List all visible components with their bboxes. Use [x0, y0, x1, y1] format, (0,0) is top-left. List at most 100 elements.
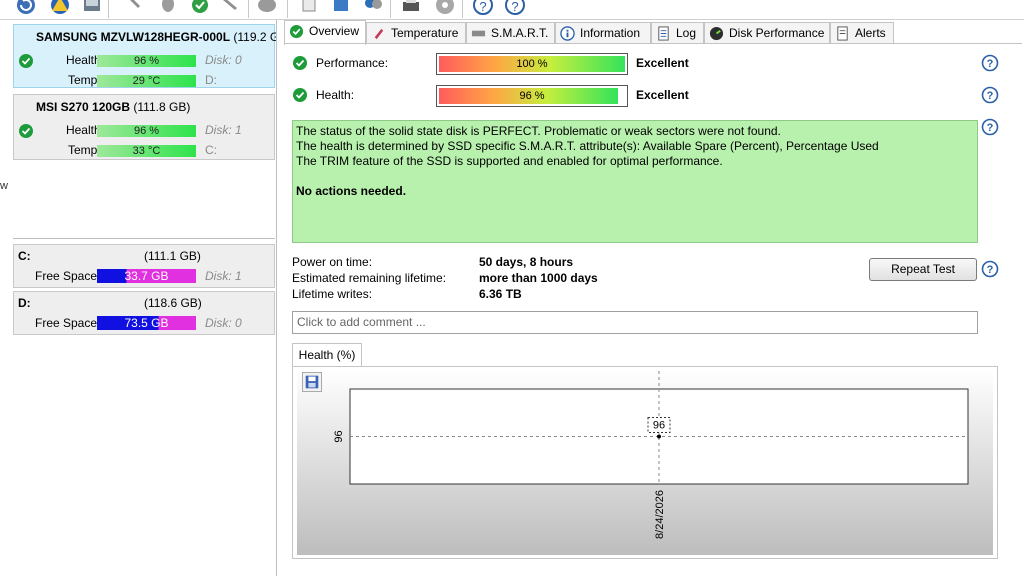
help-icon[interactable]: ? [981, 118, 999, 136]
lifetime-value: more than 1000 days [479, 271, 598, 285]
performance-label: Performance: [316, 56, 389, 70]
tab-smart[interactable]: S.M.A.R.T. [466, 22, 555, 44]
drive-icon [471, 30, 486, 37]
status-line: The TRIM feature of the SSD is supported… [296, 154, 723, 168]
alerts-icon [837, 26, 848, 41]
data-point [657, 434, 661, 439]
disk-list-panel: w SAMSUNG MZVLW128HEGR-000L (119.2 G Hea… [0, 20, 277, 576]
free-space-bar: 73.5 GB [97, 316, 196, 330]
repeat-test-button[interactable]: Repeat Test [869, 258, 977, 281]
info-icon[interactable]: ? [504, 0, 526, 16]
gauge-icon [709, 26, 724, 41]
help-icon[interactable]: ? [981, 260, 999, 278]
disk-capacity: (111.8 GB) [133, 100, 191, 114]
help-icon[interactable]: ? [472, 0, 494, 16]
disk-card-samsung[interactable]: SAMSUNG MZVLW128HEGR-000L (119.2 G Healt… [13, 24, 276, 88]
health-bar: 96 % [97, 55, 196, 67]
printer-icon[interactable] [400, 0, 422, 16]
tab-label: Overview [309, 24, 360, 38]
help-icon[interactable]: ? [981, 54, 999, 72]
free-space-bar: 33.7 GB [97, 269, 196, 283]
export-icon[interactable] [330, 0, 352, 16]
health-bar: 96 % [436, 85, 628, 107]
svg-text:?: ? [479, 0, 486, 14]
tab-temperature[interactable]: Temperature [366, 22, 466, 44]
y-tick-label: 96 [333, 430, 345, 442]
health-bar: 96 % [97, 125, 196, 137]
lifetime-label: Estimated remaining lifetime: [292, 271, 447, 285]
disk-model: MSI S270 120GB [36, 100, 131, 114]
temp-bar: 33 °C [97, 145, 196, 157]
x-tick-label: 8/24/2026 [654, 490, 666, 539]
health-value: 96 % [519, 90, 545, 102]
tab-information[interactable]: Information [555, 22, 651, 44]
comment-input[interactable]: Click to add comment ... [292, 311, 978, 334]
tab-label: Alerts [855, 26, 886, 40]
status-message-box: The status of the solid state disk is PE… [292, 120, 978, 243]
health-label: Health: [316, 88, 355, 102]
partition-letter: C: [18, 249, 31, 263]
detail-panel: Overview Temperature S.M.A.R.T. Informat… [280, 20, 1024, 576]
partition-card-d[interactable]: D: (118.6 GB) Free Space 73.5 GB Disk: 0 [13, 291, 275, 335]
drive-letter: C: [205, 143, 217, 157]
partition-disk: Disk: 1 [205, 269, 242, 283]
free-space-label: Free Space [35, 316, 98, 330]
temp-bar: 29 °C [97, 75, 196, 87]
tools-icon[interactable] [124, 0, 146, 16]
tools-icon-2[interactable] [220, 0, 242, 16]
tab-disk-performance[interactable]: Disk Performance [704, 22, 830, 44]
power-on-label: Power on time: [292, 255, 373, 269]
writes-label: Lifetime writes: [292, 287, 373, 301]
power-on-value: 50 days, 8 hours [479, 255, 574, 269]
thermometer-icon [374, 28, 384, 40]
partition-disk: Disk: 0 [205, 316, 242, 330]
svg-text:?: ? [987, 58, 994, 70]
health-row: Health: 96 % Excellent [292, 85, 1012, 107]
data-label: 96 [653, 420, 665, 432]
disk-capacity: (119.2 G [233, 30, 276, 44]
document-icon[interactable] [298, 0, 320, 16]
info-icon [560, 26, 575, 41]
svg-text:?: ? [987, 90, 994, 102]
warning-icon[interactable] [49, 0, 71, 16]
disk-card-msi[interactable]: MSI S270 120GB (111.8 GB) Health: 96 % D… [13, 94, 275, 160]
help-icon[interactable]: ? [981, 86, 999, 104]
toolbar: ? ? [0, 0, 1024, 20]
divider [13, 238, 275, 239]
drive-letter: D: [205, 73, 217, 87]
svg-text:?: ? [987, 264, 994, 276]
tab-health-chart[interactable]: Health (%) [292, 343, 362, 367]
disk-number: Disk: 0 [205, 53, 242, 67]
mouse-icon[interactable] [157, 0, 179, 16]
partition-size: (118.6 GB) [144, 296, 202, 310]
svg-text:?: ? [511, 0, 518, 14]
writes-value: 6.36 TB [479, 287, 522, 301]
status-line: The health is determined by SSD specific… [296, 139, 879, 153]
disk-icon[interactable] [81, 0, 103, 16]
disc-icon[interactable] [434, 0, 456, 16]
performance-rating: Excellent [636, 56, 689, 70]
check-icon [19, 124, 33, 138]
people-icon[interactable] [362, 0, 384, 16]
log-icon [658, 26, 669, 41]
status-line: The status of the solid state disk is PE… [296, 124, 781, 138]
status-action: No actions needed. [296, 184, 407, 198]
health-chart-frame: 96 96 8/24/2026 [292, 366, 998, 559]
partition-letter: D: [18, 296, 31, 310]
edge-glyph: w [0, 180, 8, 192]
partition-card-c[interactable]: C: (111.1 GB) Free Space 33.7 GB Disk: 1 [13, 244, 275, 288]
performance-value: 100 % [516, 58, 548, 70]
performance-row: Performance: 100 % Excellent [292, 53, 1012, 75]
disk-number: Disk: 1 [205, 123, 242, 137]
tab-overview[interactable]: Overview [284, 20, 366, 45]
check-icon[interactable] [189, 0, 211, 16]
tab-alerts[interactable]: Alerts [830, 22, 894, 44]
refresh-icon[interactable] [15, 0, 37, 16]
tab-label: S.M.A.R.T. [491, 26, 549, 40]
tab-label: Disk Performance [729, 26, 825, 40]
tab-log[interactable]: Log [651, 22, 704, 44]
tab-label: Information [580, 26, 641, 40]
tab-bar: Overview Temperature S.M.A.R.T. Informat… [284, 20, 1004, 45]
partition-size: (111.1 GB) [144, 249, 201, 263]
cloud-icon[interactable] [256, 0, 278, 16]
